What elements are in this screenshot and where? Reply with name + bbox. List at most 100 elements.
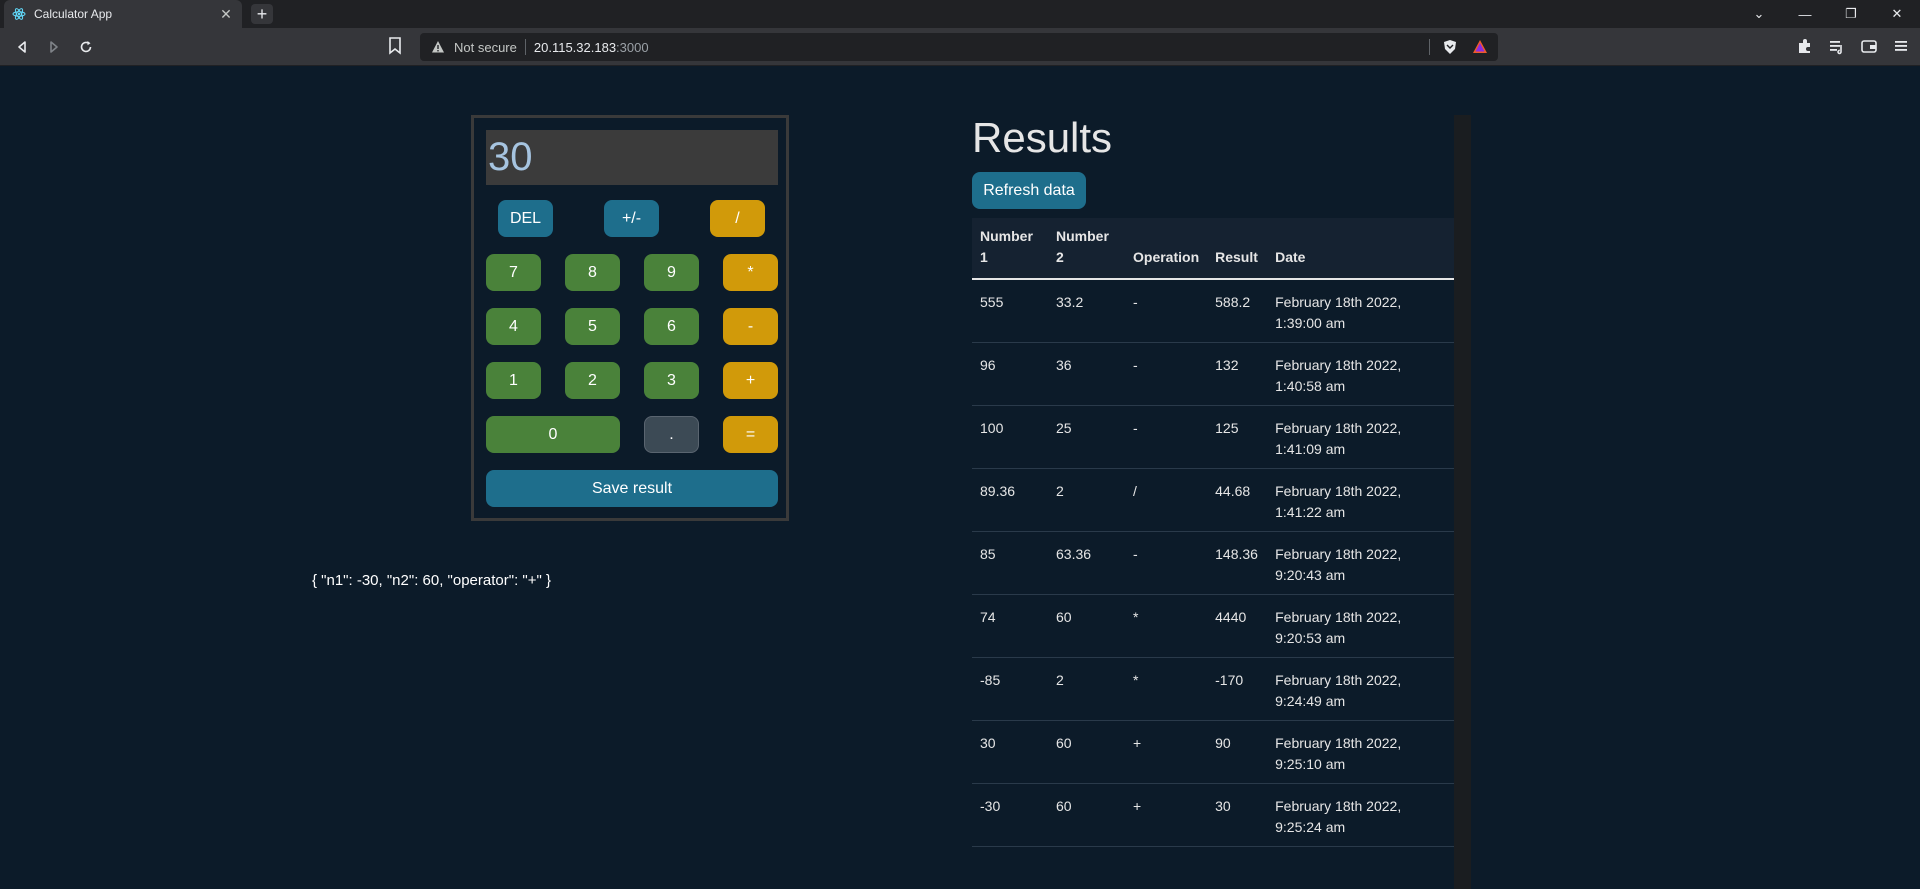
browser-tabbar: Calculator App ✕ + ⌄ — ❐ ✕ (0, 0, 1920, 28)
back-icon[interactable] (12, 37, 32, 57)
cell-date: February 18th 2022, 9:24:49 am (1267, 657, 1454, 721)
table-row: 96 36 - 132 February 18th 2022, 1:40:58 … (972, 342, 1454, 406)
close-window-button[interactable]: ✕ (1874, 0, 1920, 28)
tab-title: Calculator App (34, 7, 113, 21)
table-row: 555 33.2 - 588.2 February 18th 2022, 1:3… (972, 279, 1454, 343)
url-port: :3000 (616, 39, 649, 55)
close-tab-icon[interactable]: ✕ (218, 6, 234, 23)
results-table: Number 1 Number 2 Operation Result Date … (972, 218, 1454, 847)
cell-result: 44.68 (1207, 468, 1268, 532)
cell-operation: + (1125, 783, 1208, 847)
cell-operation: - (1125, 405, 1208, 469)
digit-8-button[interactable]: 8 (565, 254, 620, 291)
digit-5-button[interactable]: 5 (565, 308, 620, 345)
decimal-button[interactable]: . (644, 416, 699, 453)
multiply-button[interactable]: * (723, 254, 778, 291)
digit-6-button[interactable]: 6 (644, 308, 699, 345)
minimize-button[interactable]: — (1782, 0, 1828, 28)
save-result-button[interactable]: Save result (486, 470, 778, 507)
cell-number-2: 25 (1048, 405, 1125, 469)
browser-toolbar: Not secure 20.115.32.183 :3000 (0, 28, 1920, 66)
refresh-data-button[interactable]: Refresh data (972, 172, 1086, 209)
forward-icon[interactable] (44, 37, 64, 57)
cell-number-1: 74 (972, 594, 1048, 658)
cell-date: February 18th 2022, 9:25:24 am (1267, 783, 1454, 847)
cell-number-1: 85 (972, 531, 1048, 595)
equals-button[interactable]: = (723, 416, 778, 453)
cell-number-1: -85 (972, 657, 1048, 721)
cell-date: February 18th 2022, 9:20:53 am (1267, 594, 1454, 658)
table-row: -85 2 * -170 February 18th 2022, 9:24:49… (972, 657, 1454, 721)
extensions-icon[interactable] (1796, 37, 1814, 60)
cell-number-1: -30 (972, 783, 1048, 847)
cell-date: February 18th 2022, 9:25:10 am (1267, 720, 1454, 784)
add-button[interactable]: + (723, 362, 778, 399)
calculator: 30 DEL +/- / 7 8 9 * 4 5 6 - 1 2 3 + 0 .… (471, 115, 789, 521)
digit-4-button[interactable]: 4 (486, 308, 541, 345)
cell-number-2: 60 (1048, 594, 1125, 658)
cell-date: February 18th 2022, 9:20:43 am (1267, 531, 1454, 595)
playlist-icon[interactable] (1828, 37, 1846, 60)
column-header-date: Date (1275, 249, 1306, 265)
cell-result: 132 (1207, 342, 1268, 406)
subtract-button[interactable]: - (723, 308, 778, 345)
cell-number-2: 60 (1048, 720, 1125, 784)
brave-shield-icon[interactable] (1442, 39, 1458, 60)
cell-result: -170 (1207, 657, 1268, 721)
column-header-number-1: Number 1 (980, 228, 1033, 265)
digit-7-button[interactable]: 7 (486, 254, 541, 291)
cell-operation: - (1125, 342, 1208, 406)
tab-search-icon[interactable]: ⌄ (1736, 0, 1782, 28)
warning-icon (430, 39, 446, 55)
cell-result: 90 (1207, 720, 1268, 784)
table-header-row: Number 1 Number 2 Operation Result Date (972, 218, 1454, 279)
cell-result: 30 (1207, 783, 1268, 847)
cell-result: 125 (1207, 405, 1268, 469)
cell-operation: + (1125, 720, 1208, 784)
cell-number-1: 30 (972, 720, 1048, 784)
cell-date: February 18th 2022, 1:41:22 am (1267, 468, 1454, 532)
digit-1-button[interactable]: 1 (486, 362, 541, 399)
window-controls: ⌄ — ❐ ✕ (1736, 0, 1920, 28)
toolbar-actions (1796, 37, 1910, 60)
restore-button[interactable]: ❐ (1828, 0, 1874, 28)
cell-result: 588.2 (1207, 279, 1268, 343)
cell-operation: * (1125, 657, 1208, 721)
digit-3-button[interactable]: 3 (644, 362, 699, 399)
new-tab-button[interactable]: + (251, 4, 273, 24)
url-host: 20.115.32.183 (533, 39, 617, 55)
cell-number-1: 100 (972, 405, 1048, 469)
column-header-number-2: Number 2 (1056, 228, 1109, 265)
divide-button[interactable]: / (710, 200, 765, 237)
del-button[interactable]: DEL (498, 200, 553, 237)
digit-0-button[interactable]: 0 (486, 416, 620, 453)
cell-result: 148.36 (1207, 531, 1268, 595)
browser-tab[interactable]: Calculator App ✕ (4, 0, 242, 28)
cell-operation: / (1125, 468, 1208, 532)
table-row: 85 63.36 - 148.36 February 18th 2022, 9:… (972, 531, 1454, 595)
menu-icon[interactable] (1892, 37, 1910, 60)
address-bar[interactable]: Not secure 20.115.32.183 :3000 (420, 33, 1498, 61)
table-row: 100 25 - 125 February 18th 2022, 1:41:09… (972, 405, 1454, 469)
bookmark-icon[interactable] (388, 37, 402, 60)
cell-number-1: 96 (972, 342, 1048, 406)
cell-number-2: 2 (1048, 657, 1125, 721)
table-row: 89.36 2 / 44.68 February 18th 2022, 1:41… (972, 468, 1454, 532)
calculator-display: 30 (486, 130, 778, 185)
cell-number-2: 33.2 (1048, 279, 1125, 343)
cell-operation: * (1125, 594, 1208, 658)
cell-number-2: 36 (1048, 342, 1125, 406)
table-row: 74 60 * 4440 February 18th 2022, 9:20:53… (972, 594, 1454, 658)
results-scrollbar[interactable] (1454, 115, 1471, 889)
brave-rewards-icon[interactable] (1472, 39, 1488, 60)
negate-button[interactable]: +/- (604, 200, 659, 237)
table-row: -30 60 + 30 February 18th 2022, 9:25:24 … (972, 783, 1454, 847)
cell-number-2: 60 (1048, 783, 1125, 847)
reload-icon[interactable] (76, 37, 96, 57)
column-header-operation: Operation (1133, 249, 1200, 265)
wallet-icon[interactable] (1860, 37, 1878, 60)
cell-date: February 18th 2022, 1:40:58 am (1267, 342, 1454, 406)
cell-date: February 18th 2022, 1:39:00 am (1267, 279, 1454, 343)
digit-2-button[interactable]: 2 (565, 362, 620, 399)
digit-9-button[interactable]: 9 (644, 254, 699, 291)
